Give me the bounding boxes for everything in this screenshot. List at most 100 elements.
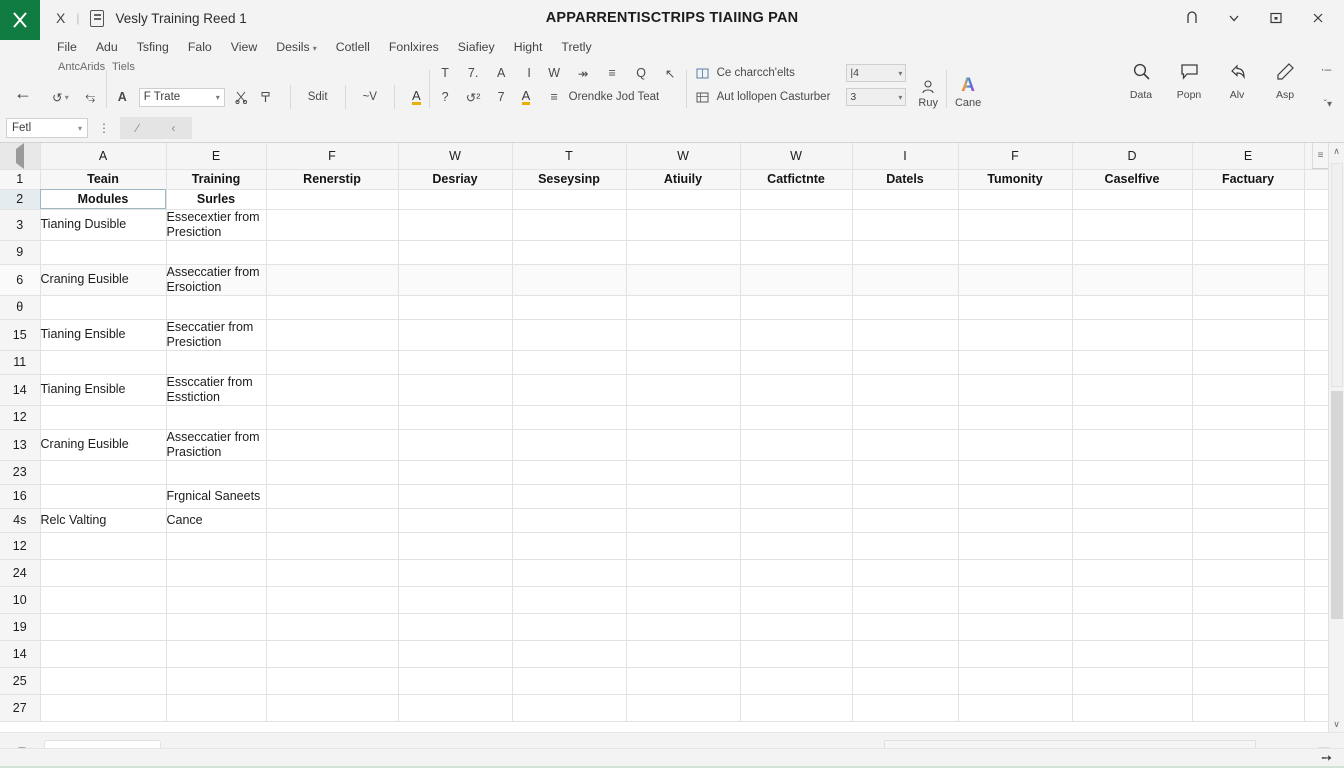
table-cell[interactable]: [1304, 586, 1328, 614]
table-cell[interactable]: [852, 264, 959, 296]
table-cell[interactable]: [1192, 694, 1305, 722]
table-cell[interactable]: [512, 189, 627, 210]
menu-item-view[interactable]: View: [231, 40, 257, 54]
table-cell[interactable]: [1192, 429, 1305, 461]
table-cell[interactable]: [1072, 295, 1193, 320]
row-header[interactable]: 16: [0, 484, 41, 509]
table-cell[interactable]: Training: [166, 169, 267, 190]
column-header-w3[interactable]: W: [740, 143, 853, 170]
indent-icon[interactable]: ↠: [576, 64, 591, 82]
table-cell[interactable]: [266, 694, 399, 722]
table-cell[interactable]: [626, 508, 741, 533]
table-cell[interactable]: [40, 586, 167, 614]
table-cell[interactable]: Renerstip: [266, 169, 399, 190]
table-cell[interactable]: [40, 559, 167, 587]
row-header[interactable]: 23: [0, 460, 41, 485]
row-header[interactable]: 19: [0, 613, 41, 641]
table-cell[interactable]: [1192, 460, 1305, 485]
table-cell[interactable]: [740, 613, 853, 641]
table-cell[interactable]: [852, 460, 959, 485]
table-cell[interactable]: [626, 694, 741, 722]
table-cell[interactable]: [740, 189, 853, 210]
table-cell[interactable]: [626, 240, 741, 265]
table-cell[interactable]: [166, 532, 267, 560]
merge-cells-icon[interactable]: [695, 64, 710, 82]
table-cell[interactable]: [398, 640, 513, 668]
table-cell[interactable]: [512, 209, 627, 241]
table-cell[interactable]: [398, 295, 513, 320]
table-cell[interactable]: [626, 613, 741, 641]
comment-tool[interactable]: Popn: [1174, 62, 1204, 101]
table-cell[interactable]: [740, 484, 853, 509]
table-cell[interactable]: [266, 532, 399, 560]
table-cell[interactable]: [398, 460, 513, 485]
ribbon-overflow-button[interactable]: ·–: [1318, 62, 1334, 76]
table-cell[interactable]: [40, 613, 167, 641]
restore-up-icon[interactable]: [1182, 8, 1202, 28]
table-cell[interactable]: [1192, 264, 1305, 296]
close-document-button[interactable]: X: [56, 10, 65, 26]
table-cell[interactable]: [1072, 586, 1193, 614]
vertical-scroll-track[interactable]: [1329, 159, 1344, 716]
table-cell[interactable]: [40, 460, 167, 485]
table-cell[interactable]: [1304, 532, 1328, 560]
list-icon[interactable]: ≡: [605, 64, 620, 82]
table-cell[interactable]: [1192, 484, 1305, 509]
table-cell[interactable]: [266, 264, 399, 296]
row-header[interactable]: 12: [0, 532, 41, 560]
table-cell[interactable]: [1072, 484, 1193, 509]
table-cell[interactable]: [166, 460, 267, 485]
table-cell[interactable]: [1072, 508, 1193, 533]
menu-item-file[interactable]: File: [57, 40, 77, 54]
maximize-icon[interactable]: [1266, 8, 1286, 28]
table-cell[interactable]: [1072, 532, 1193, 560]
table-cell[interactable]: [626, 350, 741, 375]
italic-icon[interactable]: I: [522, 64, 537, 82]
menu-item-falo[interactable]: Falo: [188, 40, 212, 54]
table-cell[interactable]: [512, 484, 627, 509]
table-cell[interactable]: [398, 264, 513, 296]
table-cell[interactable]: Essecextier from Presiction: [166, 209, 267, 241]
table-cell[interactable]: [958, 586, 1073, 614]
table-cell[interactable]: Tianing Ensible: [40, 374, 167, 406]
document-name[interactable]: Vesly Training Reed 1: [115, 11, 246, 26]
column-header-t[interactable]: T: [512, 143, 627, 170]
table-cell[interactable]: [958, 374, 1073, 406]
table-cell[interactable]: [958, 319, 1073, 351]
table-cell[interactable]: [626, 667, 741, 695]
table-cell[interactable]: [512, 667, 627, 695]
table-cell[interactable]: [266, 586, 399, 614]
table-cell[interactable]: Atiuily: [626, 169, 741, 190]
chevron-down-icon[interactable]: [1224, 8, 1244, 28]
table-cell[interactable]: [626, 586, 741, 614]
table-cell[interactable]: [1072, 460, 1193, 485]
align-bottom-icon[interactable]: A: [494, 64, 509, 82]
undo-button[interactable]: ↺ ▾: [52, 88, 69, 106]
column-header-e[interactable]: E: [166, 143, 267, 170]
pen-tool[interactable]: Asp: [1270, 62, 1300, 101]
table-cell[interactable]: [958, 189, 1073, 210]
table-cell[interactable]: [1304, 189, 1328, 210]
table-cell[interactable]: [512, 508, 627, 533]
table-cell[interactable]: [958, 532, 1073, 560]
column-header-f2[interactable]: F: [958, 143, 1073, 170]
table-cell[interactable]: [740, 532, 853, 560]
table-cell[interactable]: [740, 559, 853, 587]
table-cell[interactable]: Asseccatier from Ersoiction: [166, 264, 267, 296]
table-cell[interactable]: [1304, 374, 1328, 406]
table-cell[interactable]: [1192, 586, 1305, 614]
table-cell[interactable]: [852, 405, 959, 430]
table-cell[interactable]: [626, 405, 741, 430]
table-cell[interactable]: [398, 484, 513, 509]
confirm-formula-icon[interactable]: ‹: [171, 121, 175, 135]
table-cell[interactable]: [852, 508, 959, 533]
table-cell[interactable]: [740, 429, 853, 461]
row-header[interactable]: 2: [0, 189, 41, 210]
table-cell[interactable]: Relc Valting: [40, 508, 167, 533]
table-cell[interactable]: [1192, 405, 1305, 430]
table-cell[interactable]: [958, 460, 1073, 485]
menu-item-siafiey[interactable]: Siafiey: [458, 40, 495, 54]
table-cell[interactable]: [166, 694, 267, 722]
table-cell[interactable]: [958, 640, 1073, 668]
vertical-scroll-thumb[interactable]: [1330, 391, 1343, 619]
